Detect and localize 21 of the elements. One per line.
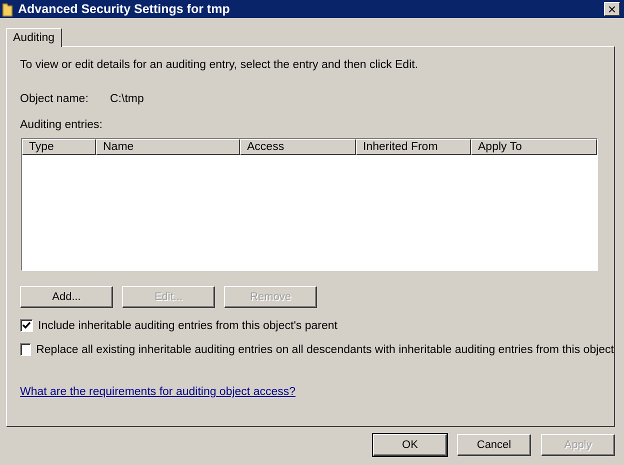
entry-button[interactable]: Add...	[20, 286, 113, 308]
object-name-label: Object name:	[20, 93, 90, 105]
object-name-value: C:\tmp	[110, 93, 144, 105]
auditing-tab[interactable]: Auditing	[6, 28, 62, 47]
column-header[interactable]: Access	[240, 139, 356, 155]
dialog-button[interactable]: OK	[373, 434, 447, 456]
column-header[interactable]: Inherited From	[356, 139, 471, 155]
column-header[interactable]: Apply To	[471, 139, 597, 155]
checkbox-label[interactable]: Replace all existing inheritable auditing entries on all descendants with inheritable auditing entries from this object	[36, 344, 614, 356]
instructions-text: To view or edit details for an auditing entry, select the entry and then click Edit.	[20, 59, 420, 71]
column-header[interactable]: Name	[96, 139, 240, 155]
checkbox-label[interactable]: Include inheritable auditing entries from this object's parent	[38, 320, 338, 332]
folder-icon	[2, 2, 13, 16]
checkbox[interactable]	[20, 319, 33, 332]
entries-label: Auditing entries:	[20, 119, 104, 131]
help-link[interactable]: What are the requirements for auditing object access?	[20, 386, 296, 398]
checkbox[interactable]	[20, 343, 32, 356]
column-header[interactable]: Type	[22, 139, 96, 155]
dialog-button[interactable]: Cancel	[457, 434, 531, 456]
window-title: Advanced Security Settings for tmp	[18, 2, 231, 16]
close-button[interactable]: ×	[604, 2, 620, 16]
